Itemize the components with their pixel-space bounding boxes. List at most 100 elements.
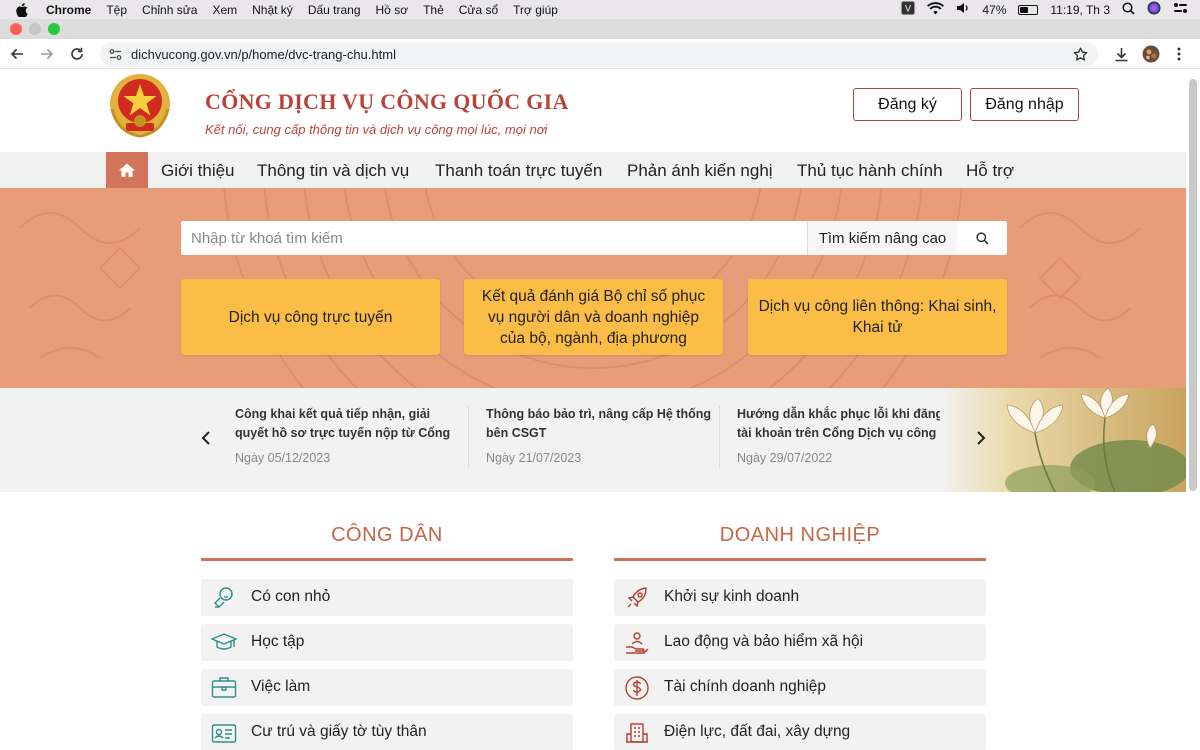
spotlight-search-icon[interactable] [1122,1,1135,18]
menu-profiles[interactable]: Hồ sơ [376,3,409,17]
browser-toolbar: dichvucong.gov.vn/p/home/dvc-trang-chu.h… [0,39,1200,69]
nav-info-services[interactable]: Thông tin và dịch vụ [257,161,409,181]
main-navigation: Giới thiệu Thông tin và dịch vụ Thanh to… [0,152,1186,188]
business-section: DOANH NGHIỆP Khởi sự kinh doanh Lao động… [614,524,986,750]
site-title[interactable]: CỔNG DỊCH VỤ CÔNG QUỐC GIA [205,89,569,115]
news-carousel: Công khai kết quả tiếp nhận, giải quyết … [0,388,1186,492]
news-item[interactable]: Hướng dẫn khắc phục lỗi khi đăng ký tài … [737,405,962,465]
menu-bookmarks[interactable]: Dấu trang [308,3,361,17]
profile-avatar-icon[interactable] [1142,45,1160,63]
wifi-icon[interactable] [927,1,945,18]
site-info-icon[interactable] [109,48,122,66]
advanced-search-button[interactable]: Tìm kiếm nâng cao [807,221,957,255]
worker-icon [626,632,649,654]
search-input[interactable] [181,221,807,255]
battery-percent: 47% [982,2,1007,17]
nav-feedback[interactable]: Phản ánh kiến nghị [627,161,773,181]
login-button[interactable]: Đăng nhập [970,88,1079,121]
citizen-section: CÔNG DÂN Có con nhỏ Học tập Việc làm Cư … [201,524,573,750]
building-icon [626,723,648,743]
page-scrollbar[interactable] [1189,79,1197,491]
address-bar[interactable]: dichvucong.gov.vn/p/home/dvc-trang-chu.h… [100,42,1098,67]
clock[interactable]: 11:19, Th 3 [1050,3,1110,17]
menu-file[interactable]: Tệp [106,3,127,17]
forward-arrow-icon[interactable] [38,45,56,63]
rocket-icon [627,587,647,608]
input-method-icon[interactable]: V [901,1,915,18]
reload-icon[interactable] [68,45,86,63]
business-item-label: Điện lực, đất đai, xây dựng [664,723,851,740]
news-title[interactable]: Công khai kết quả tiếp nhận, giải quyết … [235,405,460,443]
menu-edit[interactable]: Chỉnh sửa [142,3,197,17]
nav-about[interactable]: Giới thiệu [161,161,235,181]
home-icon [119,163,135,177]
register-button[interactable]: Đăng ký [853,88,962,121]
news-item[interactable]: Công khai kết quả tiếp nhận, giải quyết … [235,405,460,465]
control-center-icon[interactable] [1173,2,1188,17]
search-submit-button[interactable] [957,221,1007,255]
citizen-item-residence[interactable]: Cư trú và giấy tờ tùy thân [201,714,573,750]
briefcase-icon [211,677,237,698]
nav-online-payment[interactable]: Thanh toán trực tuyến [435,161,602,181]
menu-window[interactable]: Cửa sổ [459,3,498,17]
menu-help[interactable]: Trợ giúp [513,3,558,17]
site-slogan: Kết nối, cung cấp thông tin và dịch vụ c… [205,122,548,137]
graduation-cap-icon [211,633,237,650]
citizen-item-children[interactable]: Có con nhỏ [201,579,573,616]
citizen-item-label: Có con nhỏ [251,588,331,605]
citizen-item-label: Việc làm [251,678,311,695]
browser-tab-strip [0,19,1200,39]
news-title[interactable]: Thông báo bảo trì, nâng cấp Hệ thống bên… [486,405,711,443]
section-underline [201,558,573,561]
url-text[interactable]: dichvucong.gov.vn/p/home/dvc-trang-chu.h… [131,47,396,62]
business-item-startup[interactable]: Khởi sự kinh doanh [614,579,986,616]
svg-text:V: V [905,4,911,14]
news-date: Ngày 29/07/2022 [737,451,833,465]
news-item[interactable]: Thông báo bảo trì, nâng cấp Hệ thống bên… [486,405,711,465]
hero-banner: Tìm kiếm nâng cao Dịch vụ công trực tuyế… [0,188,1186,388]
business-item-construction[interactable]: Điện lực, đất đai, xây dựng [614,714,986,750]
news-date: Ngày 05/12/2023 [235,451,331,465]
business-item-labor[interactable]: Lao động và bảo hiểm xã hội [614,624,986,661]
back-arrow-icon[interactable] [8,45,26,63]
birth-death-services-card[interactable]: Dịch vụ công liên thông: Khai sinh, Khai… [748,279,1007,355]
menu-history[interactable]: Nhật ký [252,3,293,17]
window-minimize-button[interactable] [29,23,41,35]
service-index-card[interactable]: Kết quả đánh giá Bộ chỉ số phục vụ người… [464,279,723,355]
search-icon [975,231,989,245]
home-button[interactable] [106,152,148,188]
citizen-item-label: Học tập [251,633,305,650]
menu-view[interactable]: Xem [212,3,237,17]
battery-icon[interactable] [1018,4,1039,15]
window-zoom-button[interactable] [48,23,60,35]
national-emblem-logo[interactable] [106,71,174,139]
macos-menu-bar: Chrome Tệp Chỉnh sửa Xem Nhật ký Dấu tra… [0,0,1200,19]
citizen-item-employment[interactable]: Việc làm [201,669,573,706]
menu-tab[interactable]: Thẻ [423,3,444,17]
business-item-label: Tài chính doanh nghiệp [664,678,827,695]
baby-icon [214,587,233,608]
nav-procedures[interactable]: Thủ tục hành chính [797,161,943,181]
nav-support[interactable]: Hỗ trợ [966,161,1014,181]
menu-app-name[interactable]: Chrome [46,3,91,17]
business-item-finance[interactable]: Tài chính doanh nghiệp [614,669,986,706]
business-item-label: Khởi sự kinh doanh [664,588,800,605]
business-section-title[interactable]: DOANH NGHIỆP [614,524,986,558]
more-menu-icon[interactable] [1170,45,1188,63]
chevron-left-icon[interactable] [199,430,213,446]
window-close-button[interactable] [10,23,22,35]
news-divider [468,406,469,468]
siri-icon[interactable] [1147,1,1161,18]
citizen-item-education[interactable]: Học tập [201,624,573,661]
bookmark-star-icon[interactable] [1073,47,1088,67]
online-services-card[interactable]: Dịch vụ công trực tuyến [181,279,440,355]
news-date: Ngày 21/07/2023 [486,451,582,465]
chevron-right-icon[interactable] [974,430,988,446]
news-title[interactable]: Hướng dẫn khắc phục lỗi khi đăng ký tài … [737,405,962,443]
apple-logo-icon[interactable] [16,2,30,17]
volume-icon[interactable] [956,2,970,17]
status-area: V 47% 11:19, Th 3 [901,0,1188,19]
citizen-section-title[interactable]: CÔNG DÂN [201,524,573,558]
id-card-icon [211,724,237,743]
download-icon[interactable] [1112,45,1130,63]
